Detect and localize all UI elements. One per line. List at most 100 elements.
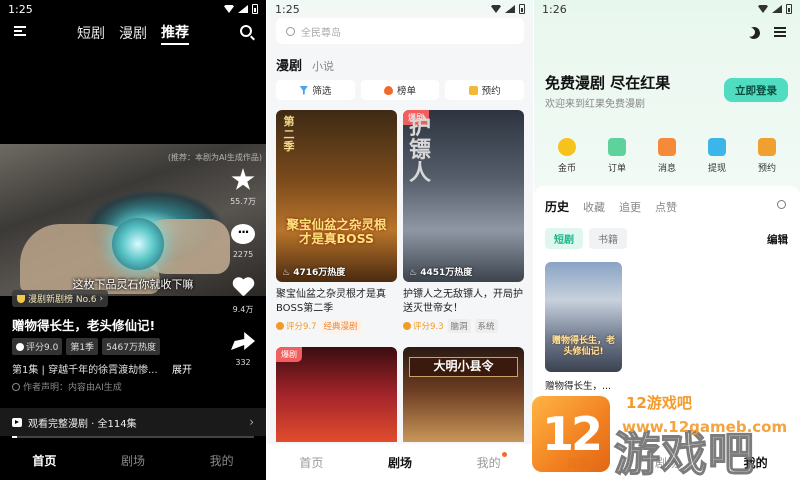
card-meta: 评分9.7 经典漫剧	[276, 319, 397, 333]
drama-card[interactable]: 爆剧 护镖人 ♨ 4451万热度 护镖人之无敌镖人，开局护送灭世帝女！ 评分9.…	[403, 110, 524, 333]
ranking-button[interactable]: 榜单	[360, 80, 440, 100]
dark-mode-icon[interactable]	[746, 25, 761, 40]
poster-heat: ♨ 4716万热度	[282, 268, 346, 278]
score-text: 评分9.7	[286, 322, 317, 332]
card-title: 护镖人之无敌镖人，开局护送灭世帝女！	[403, 289, 523, 314]
status-bar: 1:25	[0, 0, 266, 18]
funnel-icon	[299, 85, 309, 95]
heat-chip: 5467万热度	[102, 338, 160, 355]
play-icon	[12, 417, 22, 427]
status-time: 1:25	[275, 2, 300, 16]
reserve-button[interactable]: 预约	[445, 80, 525, 100]
favorite-action[interactable]: 55.7万	[230, 168, 256, 222]
promo-title: 免费漫剧 尽在红果	[545, 74, 671, 92]
heat-text: 4716万热度	[293, 268, 346, 278]
drama-grid: 第二季 聚宝仙盆之杂灵根才是真BOSS ♨ 4716万热度 聚宝仙盆之杂灵根才是…	[276, 110, 524, 333]
nav-mine[interactable]: 我的	[210, 452, 234, 469]
search-icon[interactable]	[240, 25, 252, 37]
card-score: 评分9.3	[403, 320, 444, 332]
comment-icon	[231, 224, 255, 244]
quick-order[interactable]: 订单	[597, 138, 637, 174]
poster-image: 大明小县令	[403, 347, 524, 442]
nav-home[interactable]: 首页	[566, 454, 590, 471]
progress-fill	[12, 436, 17, 438]
quick-coin[interactable]: 金币	[547, 138, 587, 174]
tab-novel[interactable]: 小说	[312, 58, 334, 74]
quick-label: 金币	[557, 164, 576, 174]
card-title: 聚宝仙盆之杂灵根才是真BOSS第二季	[276, 289, 386, 314]
battery-icon	[252, 4, 258, 14]
comment-action[interactable]: 2275	[231, 222, 255, 276]
share-action[interactable]: 332	[231, 330, 255, 384]
quick-message[interactable]: 消息	[647, 138, 687, 174]
drama-card[interactable]: 大明小县令	[403, 347, 524, 442]
quick-label: 预约	[757, 164, 776, 174]
nav-mine-label: 我的	[476, 455, 501, 470]
fire-icon	[384, 85, 393, 95]
nav-mine[interactable]: 我的	[476, 451, 507, 471]
nav-home[interactable]: 首页	[299, 454, 323, 471]
subtab-books[interactable]: 书籍	[589, 228, 627, 249]
history-subtabs: 短剧 书籍	[545, 228, 627, 249]
poster-image: 第二季 聚宝仙盆之杂灵根才是真BOSS ♨ 4716万热度	[276, 110, 397, 282]
tab-recommend[interactable]: 推荐	[161, 22, 189, 45]
watch-full-bar[interactable]: 观看完整漫剧 · 全114集 ›	[0, 408, 266, 436]
like-count: 9.4万	[232, 305, 254, 314]
history-section: 历史 收藏 追更 点赞 短剧 书籍 编辑 赠物得长生，老头修仙记! 赠物得长生，…	[534, 186, 800, 480]
nav-mine[interactable]: 我的	[744, 454, 768, 471]
poster-season: 第二季	[283, 115, 295, 154]
tab-following[interactable]: 追更	[619, 199, 641, 215]
calendar-icon	[468, 85, 478, 95]
search-input[interactable]: 全民尊岛	[276, 18, 524, 44]
tab-history[interactable]: 历史	[545, 198, 569, 215]
ai-notice: 作者声明：内容由AI生成	[12, 380, 122, 393]
quick-reserve[interactable]: 预约	[747, 138, 787, 174]
nav-home[interactable]: 首页	[32, 452, 56, 469]
wifi-icon	[758, 5, 768, 13]
like-action[interactable]: 9.4万	[232, 276, 254, 330]
ai-notice-text: 作者声明：内容由AI生成	[23, 383, 122, 393]
chevron-right-icon: ›	[99, 293, 104, 304]
tab-favorites[interactable]: 收藏	[583, 199, 605, 215]
share-icon	[231, 332, 255, 350]
trophy-icon	[17, 294, 25, 303]
quick-withdraw[interactable]: 提现	[697, 138, 737, 174]
subtab-short-drama[interactable]: 短剧	[545, 228, 583, 249]
score-icon	[403, 322, 411, 330]
video-watermark: (推荐：本剧为AI生成作品)	[167, 153, 262, 162]
tab-short-drama[interactable]: 短剧	[77, 23, 105, 43]
filter-button[interactable]: 筛选	[276, 80, 355, 100]
season-chip: 第1季	[66, 338, 99, 355]
video-progress[interactable]	[12, 436, 254, 438]
tab-comic-drama[interactable]: 漫剧	[119, 23, 147, 43]
score-icon	[16, 342, 24, 351]
search-placeholder: 全民尊岛	[301, 27, 341, 39]
bottom-nav: 首页 剧场 我的	[0, 440, 266, 480]
nav-theater[interactable]: 剧场	[121, 452, 145, 469]
history-poster[interactable]: 赠物得长生，老头修仙记!	[545, 262, 622, 372]
expand-button[interactable]: 展开	[172, 361, 192, 376]
menu-icon[interactable]	[774, 27, 786, 37]
nav-theater[interactable]: 剧场	[388, 454, 412, 471]
drama-card[interactable]: 第二季 聚宝仙盆之杂灵根才是真BOSS ♨ 4716万热度 聚宝仙盆之杂灵根才是…	[276, 110, 397, 333]
edit-button[interactable]: 编辑	[767, 232, 788, 247]
score-text: 评分9.0	[26, 343, 59, 353]
poster-heat: ♨ 4451万热度	[409, 268, 473, 278]
quick-label: 订单	[607, 164, 626, 174]
drama-card[interactable]: 爆剧	[276, 347, 397, 442]
nav-theater[interactable]: 剧场	[655, 454, 679, 471]
rank-badge[interactable]: 漫剧新剧榜 No.6 ›	[12, 290, 109, 307]
poster-image: 爆剧 护镖人 ♨ 4451万热度	[403, 110, 524, 282]
info-icon	[12, 382, 20, 391]
login-button[interactable]: 立即登录	[724, 78, 788, 102]
tab-likes[interactable]: 点赞	[655, 199, 677, 215]
search-icon	[286, 26, 295, 36]
status-time: 1:25	[8, 2, 33, 16]
menu-icon[interactable]	[14, 26, 26, 36]
signal-icon	[238, 5, 248, 13]
search-icon[interactable]	[777, 200, 786, 209]
coin-icon	[558, 138, 576, 156]
quick-label: 消息	[657, 164, 676, 174]
tab-comic-drama[interactable]: 漫剧	[276, 55, 302, 74]
battery-icon	[519, 4, 525, 14]
